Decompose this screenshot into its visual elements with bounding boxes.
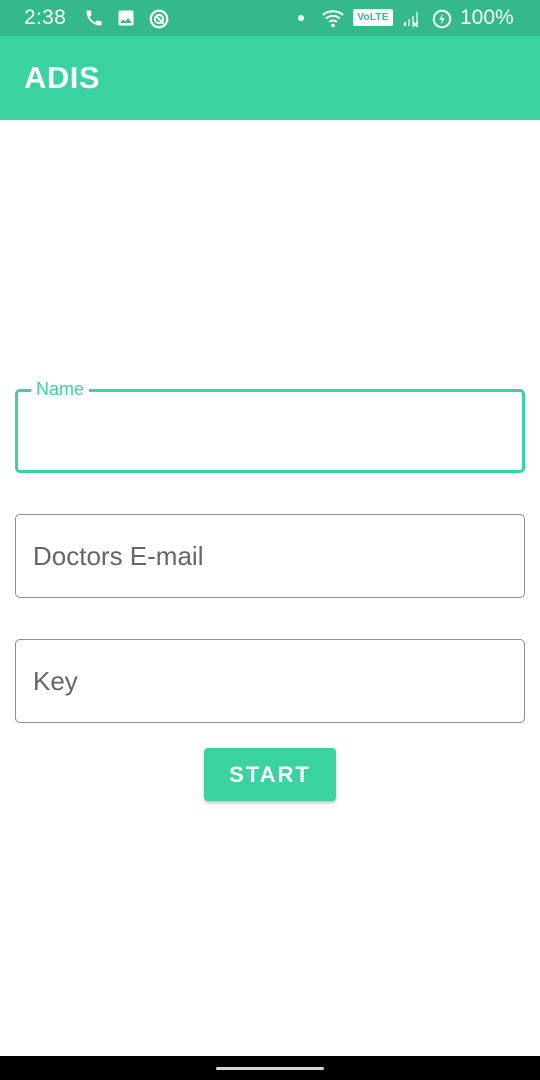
volte-badge: VoLTE bbox=[353, 9, 393, 26]
key-input[interactable] bbox=[16, 640, 524, 722]
phone-call-icon bbox=[86, 10, 102, 26]
app-bar: ADIS bbox=[0, 36, 540, 120]
key-field[interactable] bbox=[15, 639, 525, 723]
battery-saver-icon bbox=[432, 9, 452, 29]
status-bar: 2:38 VoLTE 100% bbox=[0, 0, 540, 36]
name-field-label: Name bbox=[31, 377, 90, 401]
name-input[interactable] bbox=[18, 392, 522, 470]
app-title: ADIS bbox=[24, 60, 101, 95]
doctors-email-input[interactable] bbox=[16, 515, 524, 597]
home-gesture-handle[interactable] bbox=[216, 1067, 324, 1070]
wifi-icon bbox=[322, 10, 344, 28]
battery-percent: 100% bbox=[460, 6, 514, 29]
name-field[interactable]: Name bbox=[15, 377, 525, 473]
doctors-email-field[interactable] bbox=[15, 514, 525, 598]
status-time: 2:38 bbox=[24, 6, 67, 29]
start-button[interactable]: START bbox=[204, 748, 336, 801]
navigation-bar bbox=[0, 1056, 540, 1080]
notification-dot bbox=[298, 15, 304, 21]
signal-icon bbox=[404, 12, 419, 28]
app-notification-icon bbox=[149, 9, 169, 29]
gallery-icon bbox=[118, 10, 134, 26]
